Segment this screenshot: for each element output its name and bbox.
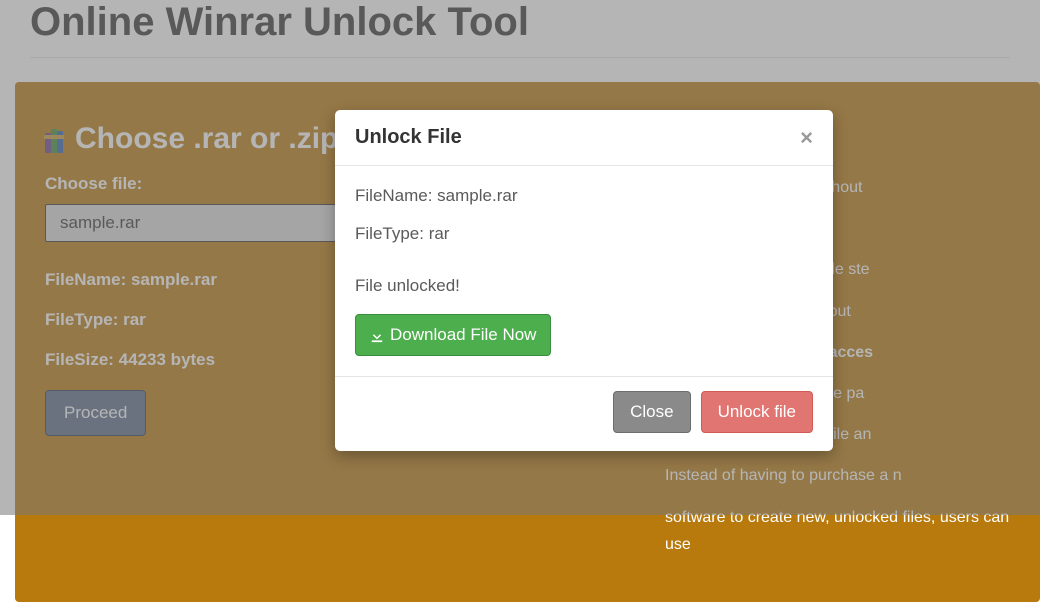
unlock-modal: Unlock File × FileName: sample.rar FileT… <box>335 110 833 451</box>
download-button[interactable]: Download File Now <box>355 314 551 356</box>
modal-header: Unlock File × <box>335 110 833 166</box>
close-icon[interactable]: × <box>800 127 813 149</box>
download-label: Download File Now <box>390 325 536 345</box>
modal-filetype: FileType: rar <box>355 224 813 244</box>
modal-title: Unlock File <box>355 126 462 149</box>
modal-body: FileName: sample.rar FileType: rar File … <box>335 166 833 376</box>
unlock-button[interactable]: Unlock file <box>701 391 813 433</box>
download-icon <box>370 328 384 342</box>
close-button[interactable]: Close <box>613 391 690 433</box>
modal-filename: FileName: sample.rar <box>355 186 813 206</box>
modal-footer: Close Unlock file <box>335 376 833 451</box>
modal-unlocked-text: File unlocked! <box>355 276 813 296</box>
